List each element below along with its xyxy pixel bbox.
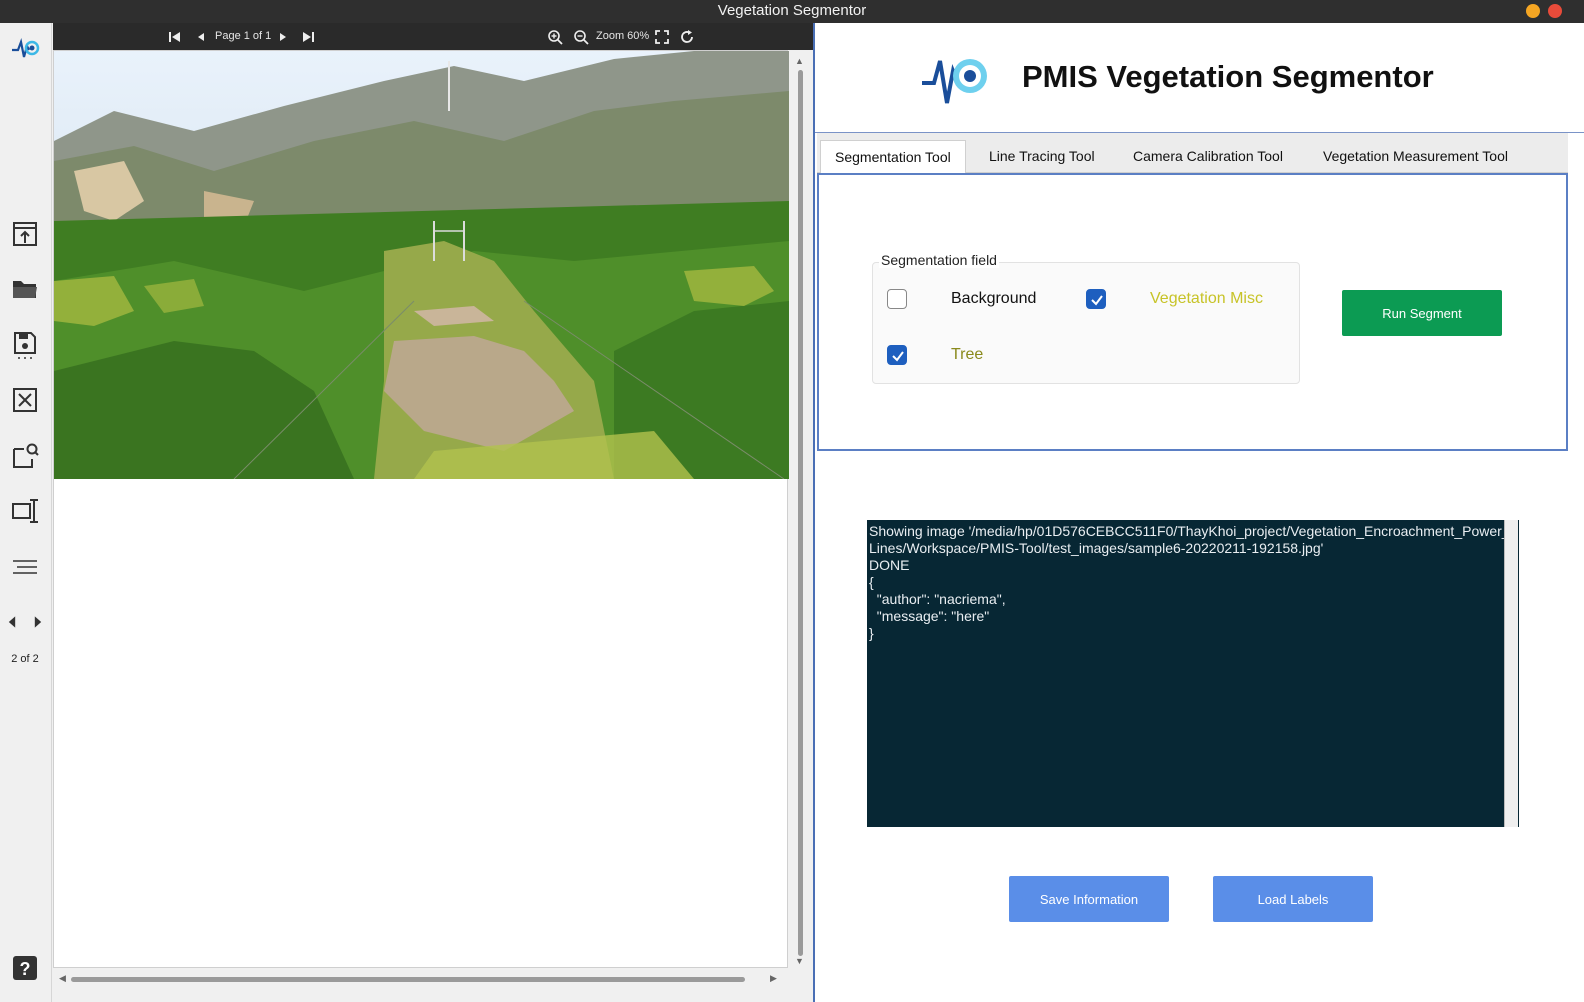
log-line: "message": "here"	[869, 608, 990, 624]
log-line: {	[869, 574, 874, 590]
load-labels-button[interactable]: Load Labels	[1213, 876, 1373, 922]
tree-checkbox[interactable]	[887, 345, 907, 365]
log-line: Showing image '/media/hp/01D576CEBCC511F…	[869, 523, 1510, 556]
minimize-button[interactable]	[1526, 4, 1540, 18]
horizontal-scroll-thumb[interactable]	[71, 977, 745, 982]
segmentation-tool-panel: Background Vegetation Misc Tree Segmenta…	[817, 173, 1568, 451]
tab-line-tracing-tool[interactable]: Line Tracing Tool	[975, 140, 1109, 173]
tree-label: Tree	[951, 346, 984, 363]
vertical-scroll-thumb[interactable]	[798, 70, 803, 956]
zoom-out-icon[interactable]	[573, 28, 589, 46]
run-segment-button[interactable]: Run Segment	[1342, 290, 1502, 336]
tool-tabs: Segmentation Tool Line Tracing Tool Came…	[817, 133, 1568, 173]
log-line: DONE	[869, 557, 910, 573]
output-log[interactable]: Showing image '/media/hp/01D576CEBCC511F…	[867, 520, 1519, 827]
scroll-up-icon[interactable]: ▲	[795, 56, 804, 66]
save-icon[interactable]	[8, 328, 42, 362]
next-icon[interactable]	[26, 605, 50, 639]
log-scrollbar[interactable]	[1504, 520, 1518, 827]
scroll-down-icon[interactable]: ▼	[795, 956, 804, 966]
tool-panel: PMIS Vegetation Segmentor Segmentation T…	[813, 23, 1584, 1002]
viewer-toolbar: Page 1 of 1 Zoom 60%	[53, 23, 813, 50]
menu-lines-icon[interactable]	[8, 550, 42, 584]
prev-icon[interactable]	[0, 605, 24, 639]
window-titlebar: Vegetation Segmentor	[0, 0, 1584, 23]
first-page-icon[interactable]	[167, 28, 183, 46]
search-page-icon[interactable]	[8, 439, 42, 473]
help-icon[interactable]: ?	[8, 951, 42, 985]
vegetation-misc-checkbox[interactable]	[1086, 289, 1106, 309]
segmented-image	[54, 51, 789, 479]
page-counter: 2 of 2	[11, 653, 39, 665]
last-page-icon[interactable]	[300, 28, 316, 46]
page-label: Page 1 of 1	[215, 30, 272, 42]
vertical-scrollbar[interactable]: ▲ ▼	[793, 56, 807, 968]
close-file-icon[interactable]	[8, 383, 42, 417]
background-checkbox[interactable]	[887, 289, 907, 309]
app-title: PMIS Vegetation Segmentor	[1022, 59, 1434, 94]
segmentation-field-label: Segmentation field	[879, 252, 999, 268]
app-header: PMIS Vegetation Segmentor	[815, 23, 1584, 133]
app-logo-icon	[8, 31, 42, 65]
horizontal-scrollbar[interactable]: ◀ ▶	[57, 972, 783, 986]
vegetation-misc-label: Vegetation Misc	[1150, 290, 1263, 307]
log-line: "author": "nacriema",	[869, 591, 1006, 607]
tab-segmentation-tool[interactable]: Segmentation Tool	[820, 140, 966, 173]
folder-open-icon[interactable]	[8, 272, 42, 306]
save-information-button[interactable]: Save Information	[1009, 876, 1169, 922]
scroll-right-icon[interactable]: ▶	[770, 973, 777, 984]
tab-vegetation-measurement-tool[interactable]: Vegetation Measurement Tool	[1309, 140, 1522, 173]
rotate-icon[interactable]	[679, 28, 695, 46]
app-logo-icon	[920, 43, 995, 108]
window-title: Vegetation Segmentor	[717, 2, 867, 19]
prev-page-icon[interactable]	[193, 28, 209, 46]
page-canvas[interactable]	[53, 50, 789, 968]
segmentation-field-group: Background Vegetation Misc Tree	[872, 262, 1300, 384]
tab-camera-calibration-tool[interactable]: Camera Calibration Tool	[1119, 140, 1297, 173]
upload-icon[interactable]	[8, 217, 42, 251]
next-page-icon[interactable]	[275, 28, 291, 46]
log-line: }	[869, 625, 874, 641]
background-label: Background	[951, 290, 1037, 307]
scroll-left-icon[interactable]: ◀	[59, 973, 66, 984]
sidebar: 2 of 2 ?	[0, 23, 52, 1002]
fit-width-icon[interactable]	[8, 494, 42, 528]
fit-page-icon[interactable]	[654, 28, 670, 46]
zoom-in-icon[interactable]	[547, 28, 563, 46]
zoom-label: Zoom 60%	[596, 30, 650, 42]
image-viewer: ▲ ▼ ◀ ▶	[53, 50, 813, 1002]
close-window-button[interactable]	[1548, 4, 1562, 18]
svg-text:?: ?	[20, 959, 31, 979]
